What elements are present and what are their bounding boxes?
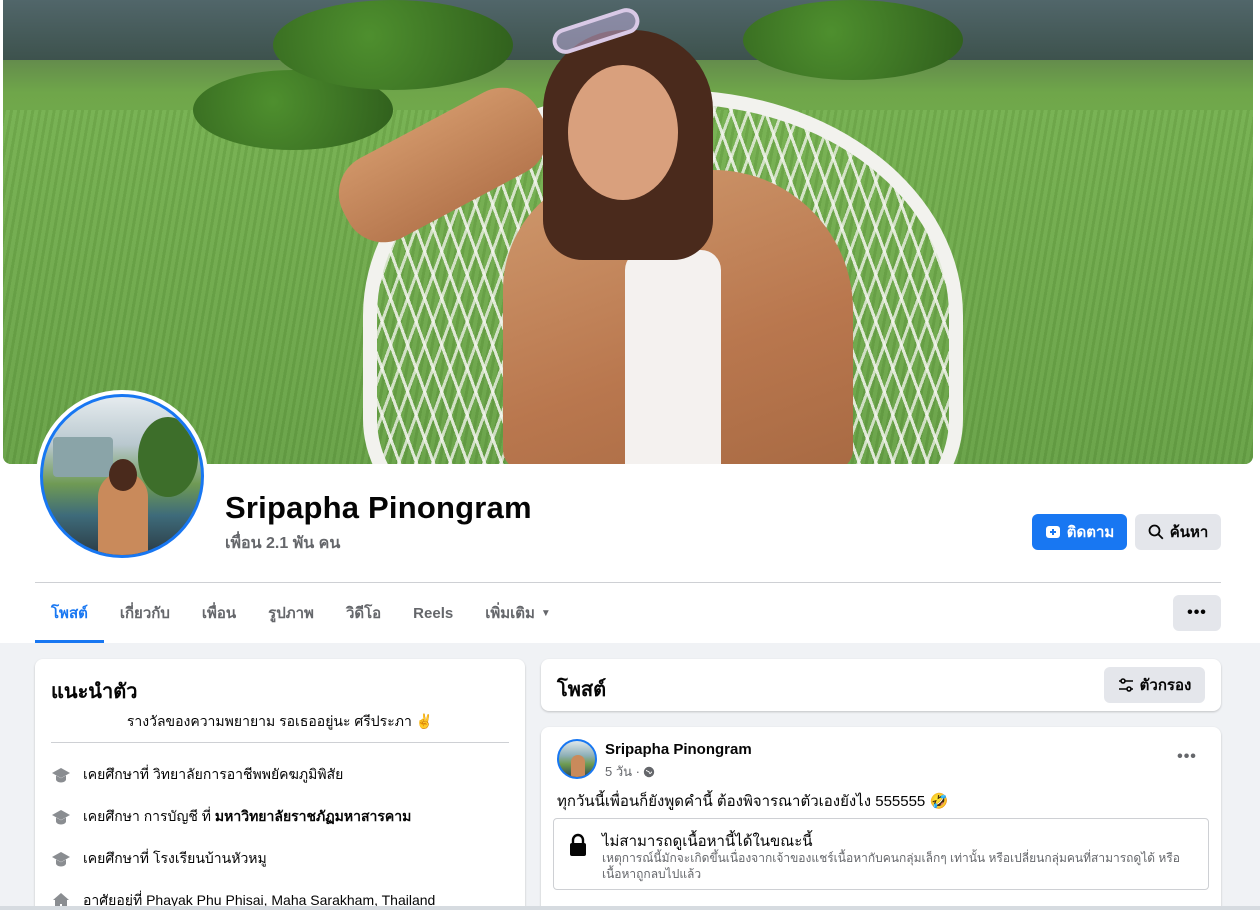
post-author-avatar[interactable] xyxy=(557,739,597,779)
caret-down-icon: ▼ xyxy=(540,607,551,619)
post-meta: 5 วัน · xyxy=(605,761,655,782)
globe-icon xyxy=(643,766,655,777)
filter-button-label: ตัวกรอง xyxy=(1139,677,1192,694)
window-bottom-edge xyxy=(0,906,1260,910)
tab-label: เพื่อน xyxy=(201,605,237,622)
post-options-button[interactable]: ••• xyxy=(1169,745,1205,769)
unavailable-content-box: ไม่สามารถดูเนื้อหานี้ได้ในขณะนี้ เหตุการ… xyxy=(553,818,1209,890)
tab-more[interactable]: เพิ่มเติม ▼ xyxy=(469,583,567,643)
search-button[interactable]: ค้นหา xyxy=(1135,514,1221,550)
intro-education-item: เคยศึกษาที่ วิทยาลัยการอาชีพพยัคฆภูมิพิส… xyxy=(51,764,343,786)
search-button-label: ค้นหา xyxy=(1169,524,1209,541)
profile-name: Sripapha Pinongram xyxy=(225,490,532,525)
tab-label: Reels xyxy=(413,604,454,622)
tab-label: รูปภาพ xyxy=(268,605,314,622)
graduation-cap-icon xyxy=(52,810,70,825)
graduation-cap-icon xyxy=(52,768,70,783)
intro-item-link[interactable]: วิทยาลัยการอาชีพพยัคฆภูมิพิสัย xyxy=(153,766,343,782)
intro-item-prefix: เคยศึกษาที่ xyxy=(83,766,153,782)
cover-person-face xyxy=(568,65,678,200)
cover-photo[interactable] xyxy=(3,0,1253,464)
follow-button-label: ติดตาม xyxy=(1066,524,1115,541)
friend-count[interactable]: เพื่อน 2.1 พัน คน xyxy=(225,531,340,556)
filter-sliders-icon xyxy=(1118,678,1133,692)
avatar-head xyxy=(109,459,137,491)
tab-photos[interactable]: รูปภาพ xyxy=(252,583,330,643)
tab-friends[interactable]: เพื่อน xyxy=(186,583,252,643)
follow-plus-icon xyxy=(1045,526,1060,538)
more-options-button[interactable]: ••• xyxy=(1173,595,1221,631)
tab-videos[interactable]: วิดีโอ xyxy=(330,583,397,643)
cover-tree xyxy=(743,0,963,80)
intro-item-text: เคยศึกษาที่ วิทยาลัยการอาชีพพยัคฆภูมิพิส… xyxy=(83,764,343,786)
intro-item-prefix: เคยศึกษาที่ xyxy=(83,850,153,866)
more-dots-icon: ••• xyxy=(1187,604,1207,621)
profile-picture-image xyxy=(40,394,204,558)
tab-label: โพสต์ xyxy=(51,605,88,622)
avatar-palm xyxy=(138,417,198,497)
unavailable-description: เหตุการณ์นี้มักจะเกิดขึ้นเนื่องจากเจ้าขอ… xyxy=(602,851,1180,881)
intro-item-prefix: เคยศึกษา การบัญชี ที่ xyxy=(83,808,215,824)
post-timestamp[interactable]: 5 วัน · xyxy=(605,761,640,782)
tab-posts[interactable]: โพสต์ xyxy=(35,583,104,643)
lock-icon xyxy=(570,833,586,856)
intro-education-item: เคยศึกษาที่ โรงเรียนบ้านหัวหมู xyxy=(51,848,267,870)
tab-label: วิดีโอ xyxy=(345,605,382,622)
cover-person-shirt xyxy=(625,250,721,464)
intro-title: แนะนำตัว xyxy=(51,681,138,703)
intro-item-link[interactable]: โรงเรียนบ้านหัวหมู xyxy=(153,850,267,866)
follow-button[interactable]: ติดตาม xyxy=(1032,514,1127,550)
intro-education-item: เคยศึกษา การบัญชี ที่ มหาวิทยาลัยราชภัฏม… xyxy=(51,806,411,828)
posts-title: โพสต์ xyxy=(557,679,607,701)
intro-bio: รางวัลของความพยายาม รอเธออยู่นะ ศรีประภา… xyxy=(126,713,434,729)
post-author-name[interactable]: Sripapha Pinongram xyxy=(605,741,752,758)
tab-reels[interactable]: Reels xyxy=(397,583,469,643)
intro-item-text: เคยศึกษา การบัญชี ที่ มหาวิทยาลัยราชภัฏม… xyxy=(83,806,411,828)
intro-divider xyxy=(51,742,509,743)
search-icon xyxy=(1148,524,1164,540)
post-text: ทุกวันนี้เพื่อนก็ยังพูดคำนี้ ต้องพิจารณา… xyxy=(557,793,949,810)
tab-about[interactable]: เกี่ยวกับ xyxy=(104,583,186,643)
intro-item-text: เคยศึกษาที่ โรงเรียนบ้านหัวหมู xyxy=(83,848,267,870)
more-dots-icon: ••• xyxy=(1177,748,1197,765)
avatar-building xyxy=(53,437,113,477)
profile-tabs: โพสต์ เกี่ยวกับ เพื่อน รูปภาพ วิดีโอ Ree… xyxy=(35,583,567,643)
post-card: Sripapha Pinongram 5 วัน · ••• ทุกวันนี้… xyxy=(541,727,1221,910)
intro-item-link[interactable]: มหาวิทยาลัยราชภัฏมหาสารคาม xyxy=(215,808,411,824)
profile-picture[interactable] xyxy=(36,390,208,562)
tab-label: เพิ่มเติม xyxy=(485,605,535,622)
graduation-cap-icon xyxy=(52,852,70,867)
intro-card: แนะนำตัว รางวัลของความพยายาม รอเธออยู่นะ… xyxy=(35,659,525,910)
cover-tree xyxy=(273,0,513,90)
posts-header-card: โพสต์ ตัวกรอง xyxy=(541,659,1221,711)
filter-button[interactable]: ตัวกรอง xyxy=(1104,667,1205,703)
tab-label: เกี่ยวกับ xyxy=(119,605,170,622)
